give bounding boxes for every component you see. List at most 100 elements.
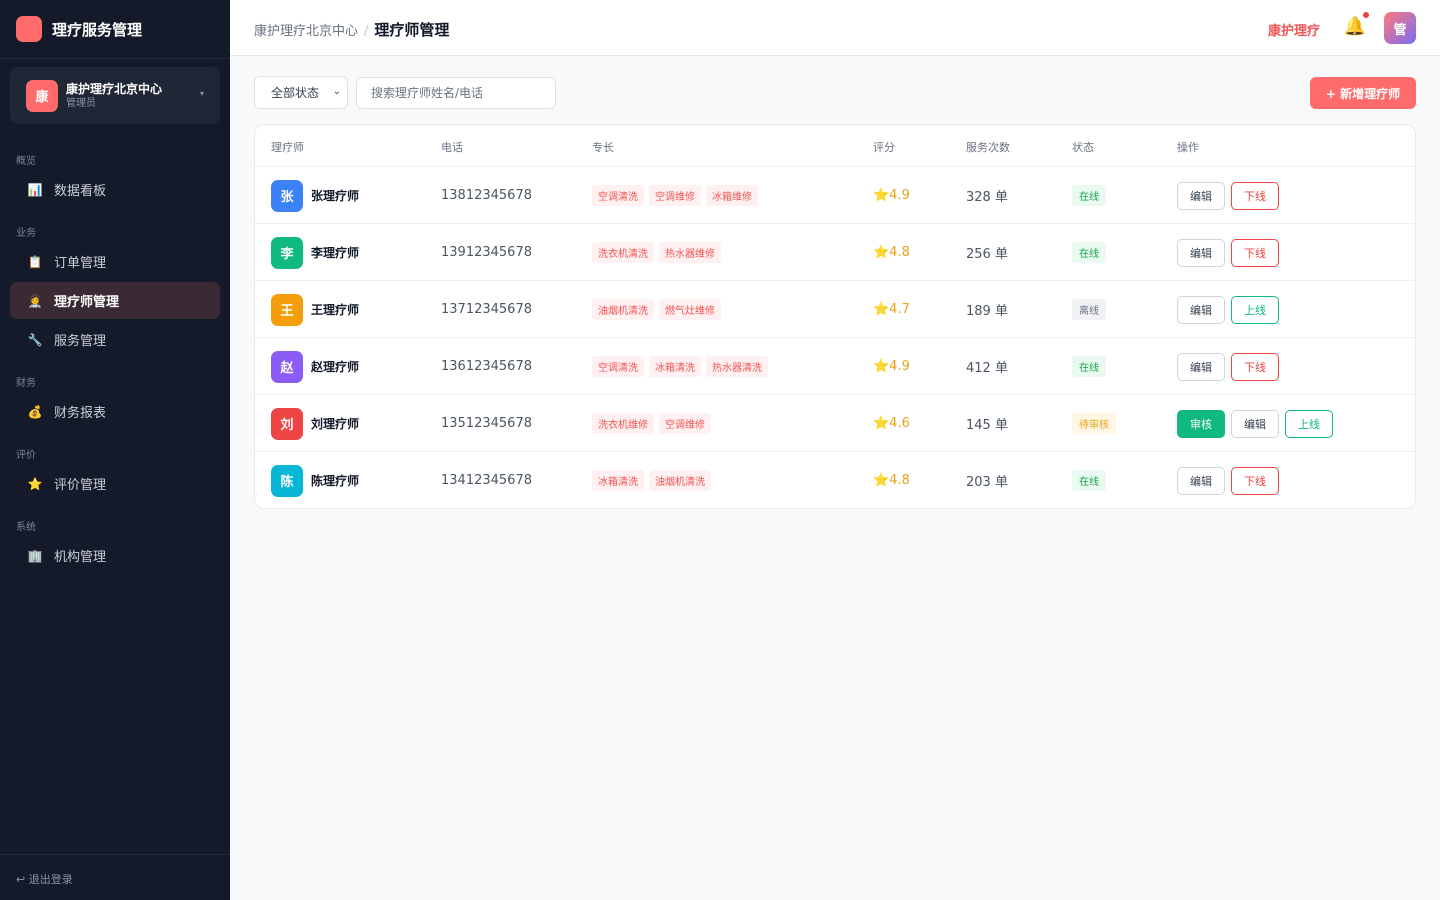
online-button[interactable]: 上线 bbox=[1285, 409, 1333, 438]
column-header: 操作 bbox=[1177, 141, 1199, 154]
service-count: 189 单 bbox=[966, 304, 1008, 319]
page-title: 理疗师管理 bbox=[374, 21, 450, 39]
chart-icon: 📊 bbox=[27, 182, 43, 197]
specialty-tag: 洗衣机维修 bbox=[592, 413, 654, 434]
breadcrumb-org[interactable]: 康护理疗北京中心 bbox=[254, 24, 358, 39]
sidebar-item-label: 财务报表 bbox=[54, 406, 107, 421]
sidebar-item-services[interactable]: 🔧 服务管理 bbox=[10, 321, 220, 358]
specialty-tag: 空调清洗 bbox=[592, 185, 644, 206]
edit-button[interactable]: 编辑 bbox=[1177, 238, 1225, 267]
chevron-down-icon: ⌄ bbox=[332, 86, 341, 97]
specialty-tag: 燃气灶维修 bbox=[659, 299, 721, 320]
avatar: 张 bbox=[271, 179, 303, 212]
offline-button[interactable]: 下线 bbox=[1231, 181, 1279, 210]
specialty-tag: 空调维修 bbox=[659, 413, 711, 434]
edit-button[interactable]: 编辑 bbox=[1177, 352, 1225, 381]
specialty-tag: 冰箱清洗 bbox=[592, 470, 644, 491]
therapist-icon: 👩‍⚕️ bbox=[27, 293, 43, 308]
table-row: 张张理疗师 13812345678 空调清洗 空调维修 冰箱维修 ⭐4.9 328 … bbox=[255, 167, 1415, 224]
notification-dot bbox=[1363, 12, 1369, 18]
avatar: 李 bbox=[271, 236, 303, 269]
offline-button[interactable]: 下线 bbox=[1231, 352, 1279, 381]
top-brand: 康护理疗 bbox=[1267, 24, 1320, 39]
building-icon: 🏢 bbox=[27, 548, 43, 563]
column-header: 服务次数 bbox=[966, 141, 1010, 154]
avatar[interactable]: 管 bbox=[1384, 12, 1416, 44]
status-badge: 待审核 bbox=[1072, 413, 1116, 434]
therapist-table: 理疗师 电话 专长 评分 服务次数 状态 操作 张张理疗师 1381234567… bbox=[254, 124, 1416, 509]
brand: 理疗服务管理 bbox=[0, 0, 230, 59]
nav-group-business: 业务 bbox=[16, 228, 36, 239]
avatar: 王 bbox=[271, 293, 303, 326]
clipboard-icon: 📋 bbox=[27, 254, 43, 269]
table-row: 陈陈理疗师 13412345678 冰箱清洗 油烟机清洗 ⭐4.8 203 单 在… bbox=[255, 452, 1415, 508]
specialty-tag: 油烟机清洗 bbox=[592, 299, 654, 320]
sidebar-item-therapists[interactable]: 👩‍⚕️ 理疗师管理 bbox=[10, 282, 220, 319]
avatar: 赵 bbox=[271, 350, 303, 383]
bell-icon: 🔔 bbox=[1343, 16, 1366, 37]
service-count: 203 单 bbox=[966, 475, 1008, 490]
rating: ⭐4.9 bbox=[873, 359, 910, 374]
table-header: 理疗师 电话 专长 评分 服务次数 状态 操作 bbox=[255, 125, 1415, 167]
specialty-tag: 热水器维修 bbox=[659, 242, 721, 263]
search-input[interactable]: 搜索理疗师姓名/电话 bbox=[356, 77, 556, 109]
rating: ⭐4.6 bbox=[873, 416, 910, 431]
status-badge: 在线 bbox=[1072, 356, 1106, 377]
audit-button[interactable]: 审核 bbox=[1177, 409, 1225, 438]
edit-button[interactable]: 编辑 bbox=[1177, 466, 1225, 495]
therapist-name: 陈理疗师 bbox=[311, 474, 360, 488]
therapist-name: 刘理疗师 bbox=[311, 417, 360, 431]
phone: 13812345678 bbox=[441, 188, 532, 203]
column-header: 专长 bbox=[592, 141, 614, 154]
specialty-tag: 冰箱清洗 bbox=[649, 356, 701, 377]
edit-button[interactable]: 编辑 bbox=[1177, 181, 1225, 210]
table-row: 赵赵理疗师 13612345678 空调清洗 冰箱清洗 热水器清洗 ⭐4.9 412… bbox=[255, 338, 1415, 395]
service-count: 328 单 bbox=[966, 190, 1008, 205]
rating: ⭐4.9 bbox=[873, 188, 910, 203]
offline-button[interactable]: 下线 bbox=[1231, 466, 1279, 495]
sidebar-item-label: 订单管理 bbox=[54, 256, 107, 271]
table-row: 刘刘理疗师 13512345678 洗衣机维修 空调维修 ⭐4.6 145 单 待… bbox=[255, 395, 1415, 452]
logout-button[interactable]: ↩ 退出登录 bbox=[0, 854, 230, 900]
specialty-tag: 冰箱维修 bbox=[706, 185, 758, 206]
sidebar-item-label: 服务管理 bbox=[54, 334, 107, 349]
nav-group-overview: 概览 bbox=[16, 156, 36, 167]
sidebar-item-dashboard[interactable]: 📊 数据看板 bbox=[10, 171, 220, 208]
org-role: 管理员 bbox=[66, 97, 96, 109]
service-count: 256 单 bbox=[966, 247, 1008, 262]
sidebar: 理疗服务管理 康 康护理疗北京中心 管理员 ▾ 概览 📊 数据看板 业务 📋 订… bbox=[0, 0, 230, 900]
sidebar-item-orgs[interactable]: 🏢 机构管理 bbox=[10, 537, 220, 574]
status-badge: 在线 bbox=[1072, 242, 1106, 263]
status-select[interactable]: 全部状态 ⌄ bbox=[254, 76, 348, 109]
avatar: 陈 bbox=[271, 464, 303, 497]
column-header: 理疗师 bbox=[271, 141, 304, 154]
specialty-tag: 洗衣机清洗 bbox=[592, 242, 654, 263]
offline-button[interactable]: 下线 bbox=[1231, 238, 1279, 267]
sidebar-item-label: 评价管理 bbox=[54, 478, 107, 493]
sidebar-item-orders[interactable]: 📋 订单管理 bbox=[10, 243, 220, 280]
service-count: 145 单 bbox=[966, 418, 1008, 433]
edit-button[interactable]: 编辑 bbox=[1231, 409, 1279, 438]
sidebar-item-label: 理疗师管理 bbox=[54, 295, 120, 310]
edit-button[interactable]: 编辑 bbox=[1177, 295, 1225, 324]
org-name: 康护理疗北京中心 bbox=[66, 81, 163, 96]
money-bag-icon: 💰 bbox=[27, 404, 43, 419]
nav-group-finance: 财务 bbox=[16, 378, 36, 389]
specialty-tag: 热水器清洗 bbox=[706, 356, 768, 377]
breadcrumb: 康护理疗北京中心 / 理疗师管理 bbox=[254, 19, 449, 40]
phone: 13612345678 bbox=[441, 359, 532, 374]
rating: ⭐4.8 bbox=[873, 473, 910, 488]
nav-group-review: 评价 bbox=[16, 450, 36, 461]
sidebar-item-reviews[interactable]: ⭐ 评价管理 bbox=[10, 465, 220, 502]
org-switcher[interactable]: 康 康护理疗北京中心 管理员 ▾ bbox=[10, 67, 220, 124]
app-title: 理疗服务管理 bbox=[52, 20, 143, 39]
specialty-tag: 空调维修 bbox=[649, 185, 701, 206]
sidebar-item-reports[interactable]: 💰 财务报表 bbox=[10, 393, 220, 430]
table-row: 王王理疗师 13712345678 油烟机清洗 燃气灶维修 ⭐4.7 189 单 … bbox=[255, 281, 1415, 338]
online-button[interactable]: 上线 bbox=[1231, 295, 1279, 324]
star-icon: ⭐ bbox=[27, 476, 43, 491]
table-row: 李李理疗师 13912345678 洗衣机清洗 热水器维修 ⭐4.8 256 单 … bbox=[255, 224, 1415, 281]
notification-button[interactable]: 🔔 bbox=[1343, 12, 1369, 37]
add-therapist-button[interactable]: + 新增理疗师 bbox=[1310, 77, 1416, 109]
status-badge: 在线 bbox=[1072, 185, 1106, 206]
